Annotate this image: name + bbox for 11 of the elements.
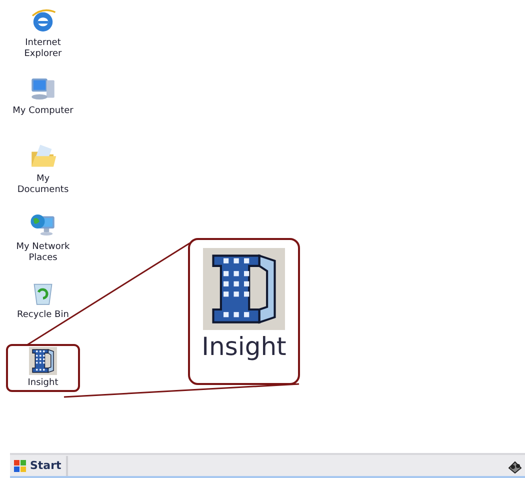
icon-label: My Computer (12, 106, 74, 117)
windows-flag-icon (13, 458, 27, 472)
building-icon (203, 248, 285, 330)
icon-label: Internet Explorer (23, 38, 63, 60)
icon-label: My Network Places (15, 242, 71, 264)
highlight-frame[interactable]: Insight (6, 344, 80, 392)
building-icon (29, 347, 57, 375)
icon-label: Insight (26, 378, 60, 389)
icon-label: My Documents (16, 174, 70, 196)
callout-label: Insight (202, 332, 286, 361)
icon-label: Recycle Bin (16, 310, 70, 321)
